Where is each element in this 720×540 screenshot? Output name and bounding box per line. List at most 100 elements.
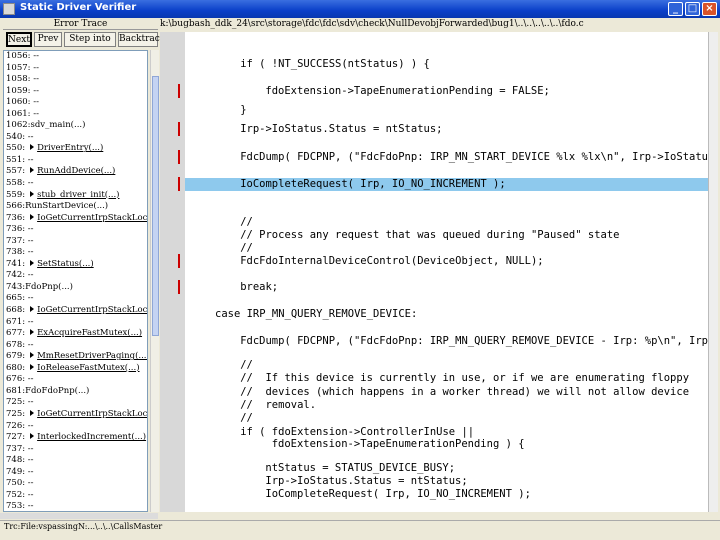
source-scrollbar[interactable] [708, 32, 718, 512]
trace-row[interactable]: 738: -- [4, 247, 147, 259]
expand-arrow-icon[interactable] [30, 329, 35, 336]
code-line[interactable]: Irp->IoStatus.Status = ntStatus; [185, 123, 442, 136]
trace-row[interactable]: 676: -- [4, 374, 147, 386]
trace-row[interactable]: 726: -- [4, 421, 147, 433]
code-line[interactable]: FdcDump( FDCPNP, ("FdcFdoPnp: IRP_MN_STA… [185, 151, 708, 164]
code-line[interactable]: // [185, 216, 253, 229]
source-view[interactable]: if ( !NT_SUCCESS(ntStatus) ) { fdoExtensi… [185, 32, 708, 512]
maximize-button[interactable]: □ [685, 2, 700, 16]
trace-row[interactable]: 1057: -- [4, 63, 147, 75]
trace-row[interactable]: 1061: -- [4, 109, 147, 121]
trace-row[interactable]: 725: -- [4, 397, 147, 409]
expand-arrow-icon[interactable] [30, 352, 35, 359]
trace-row[interactable]: 742: -- [4, 270, 147, 282]
trace-row[interactable]: 753: -- [4, 501, 147, 511]
code-line[interactable]: IoCompleteRequest( Irp, IO_NO_INCREMENT … [185, 488, 531, 501]
trace-call-link[interactable]: RunAddDevice(...) [37, 166, 115, 176]
trace-row[interactable]: 736: IoGetCurrentIrpStackLoca [4, 213, 147, 225]
next-button[interactable]: Next [6, 32, 32, 47]
trace-scrollbar[interactable] [150, 50, 159, 512]
highlighted-code-line[interactable]: IoCompleteRequest( Irp, IO_NO_INCREMENT … [185, 178, 708, 191]
code-line[interactable]: if ( !NT_SUCCESS(ntStatus) ) { [185, 58, 430, 71]
trace-line-label: 1061: -- [6, 108, 39, 119]
code-line[interactable]: // If this device is currently in use, o… [185, 372, 689, 385]
trace-call-link[interactable]: DriverEntry(...) [37, 143, 103, 153]
trace-list[interactable]: 1056: -- 1057: -- 1058: -- 1059: -- 1060: --… [3, 50, 148, 512]
trace-row[interactable]: 737: -- [4, 236, 147, 248]
trace-call-link[interactable]: IoGetCurrentIrpStackLoca [37, 409, 147, 419]
trace-row[interactable]: 668: IoGetCurrentIrpStackLoca [4, 305, 147, 317]
trace-row[interactable]: 679: MmResetDriverPaging(...) [4, 351, 147, 363]
trace-row[interactable]: 725: IoGetCurrentIrpStackLoca [4, 409, 147, 421]
code-line[interactable]: // Process any request that was queued d… [185, 229, 619, 242]
trace-row[interactable]: 750: -- [4, 478, 147, 490]
trace-call-link[interactable]: MmResetDriverPaging(...) [37, 351, 147, 361]
trace-row[interactable]: 557: RunAddDevice(...) [4, 166, 147, 178]
code-line[interactable]: // devices (which happens in a worker th… [185, 386, 689, 399]
trace-row[interactable]: 1060: -- [4, 97, 147, 109]
expand-arrow-icon[interactable] [30, 433, 35, 440]
step-into-button[interactable]: Step into [64, 32, 116, 47]
code-line[interactable]: // [185, 412, 253, 425]
code-line[interactable]: // [185, 359, 253, 372]
code-line[interactable]: FdcFdoInternalDeviceControl(DeviceObject… [185, 255, 543, 268]
scrollbar-thumb[interactable] [152, 76, 159, 336]
trace-row[interactable]: 727: InterlockedIncrement(...) [4, 432, 147, 444]
horizontal-scrollbar[interactable] [0, 513, 158, 519]
code-line[interactable]: } [185, 104, 246, 117]
trace-row[interactable]: 551: -- [4, 155, 147, 167]
trace-row[interactable]: 752: -- [4, 490, 147, 502]
code-line[interactable]: // [185, 242, 253, 255]
trace-row[interactable]: 1056: -- [4, 51, 147, 63]
trace-row[interactable]: 559: stub_driver_init(...) [4, 190, 147, 202]
expand-arrow-icon[interactable] [30, 409, 35, 416]
expand-arrow-icon[interactable] [30, 306, 35, 313]
trace-marker [178, 122, 180, 136]
trace-row[interactable]: 741: SetStatus(...) [4, 259, 147, 271]
trace-row[interactable]: 1059: -- [4, 86, 147, 98]
trace-call-link[interactable]: SetStatus(...) [37, 259, 94, 269]
trace-row[interactable]: 681:FdoFdoPnp(...) [4, 386, 147, 398]
expand-arrow-icon[interactable] [30, 144, 35, 151]
expand-arrow-icon[interactable] [30, 363, 35, 370]
code-line[interactable]: fdoExtension->TapeEnumerationPending = F… [185, 85, 549, 98]
trace-row[interactable]: 749: -- [4, 467, 147, 479]
trace-row[interactable]: 736: -- [4, 224, 147, 236]
code-line[interactable]: ntStatus = STATUS_DEVICE_BUSY; [185, 462, 455, 475]
trace-call-link[interactable]: IoGetCurrentIrpStackLoca [37, 213, 147, 223]
expand-arrow-icon[interactable] [30, 213, 35, 220]
trace-row[interactable]: 665: -- [4, 293, 147, 305]
trace-row[interactable]: 743:FdoPnp(...) [4, 282, 147, 294]
code-line[interactable]: fdoExtension->TapeEnumerationPending ) { [185, 438, 525, 451]
code-line[interactable]: Irp->IoStatus.Status = ntStatus; [185, 475, 467, 488]
code-line[interactable]: break; [185, 281, 278, 294]
trace-row[interactable]: 737: -- [4, 444, 147, 456]
trace-call-link[interactable]: stub_driver_init(...) [37, 190, 119, 200]
trace-row[interactable]: 1058: -- [4, 74, 147, 86]
code-line[interactable]: FdcDump( FDCPNP, ("FdcFdoPnp: IRP_MN_QUE… [185, 335, 708, 348]
prev-button[interactable]: Prev [34, 32, 62, 47]
trace-row[interactable]: 748: -- [4, 455, 147, 467]
trace-row[interactable]: 558: -- [4, 178, 147, 190]
trace-row[interactable]: 540: -- [4, 132, 147, 144]
trace-call-link[interactable]: ExAcquireFastMutex(...) [37, 328, 142, 338]
trace-row[interactable]: 1062:sdv_main(...) [4, 120, 147, 132]
expand-arrow-icon[interactable] [30, 190, 35, 197]
backtrack-button[interactable]: Backtrack [118, 32, 165, 47]
trace-row[interactable]: 678: -- [4, 340, 147, 352]
minimize-button[interactable]: _ [668, 2, 683, 16]
trace-line-label: 681:FdoFdoPnp(...) [6, 385, 90, 396]
expand-arrow-icon[interactable] [30, 259, 35, 266]
trace-call-link[interactable]: IoGetCurrentIrpStackLoca [37, 305, 147, 315]
expand-arrow-icon[interactable] [30, 167, 35, 174]
trace-row[interactable]: 680: IoReleaseFastMutex(...) [4, 363, 147, 375]
trace-row[interactable]: 550: DriverEntry(...) [4, 143, 147, 155]
close-button[interactable]: × [702, 2, 717, 16]
trace-call-link[interactable]: IoReleaseFastMutex(...) [37, 363, 139, 373]
code-line[interactable]: case IRP_MN_QUERY_REMOVE_DEVICE: [185, 308, 417, 321]
trace-row[interactable]: 677: ExAcquireFastMutex(...) [4, 328, 147, 340]
code-line[interactable]: // removal. [185, 399, 316, 412]
trace-row[interactable]: 566:RunStartDevice(...) [4, 201, 147, 213]
trace-call-link[interactable]: InterlockedIncrement(...) [37, 432, 146, 442]
trace-row[interactable]: 671: -- [4, 317, 147, 329]
